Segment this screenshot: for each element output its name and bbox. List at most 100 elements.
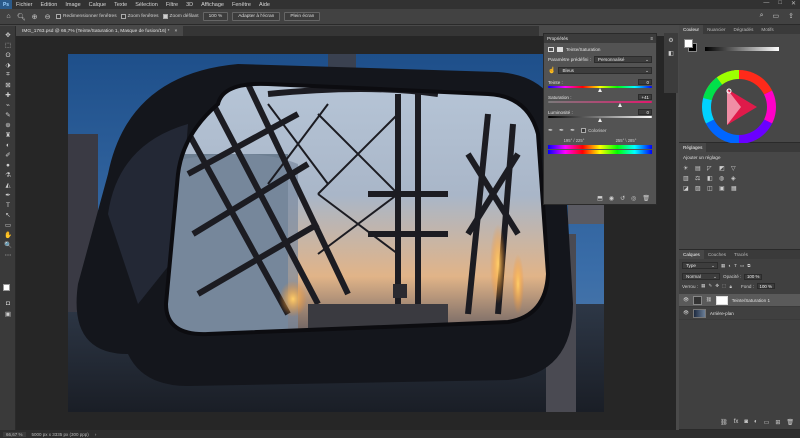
preset-dropdown[interactable]: Personnalisé ⌄	[593, 56, 652, 63]
path-select-tool-icon[interactable]: ↖	[0, 210, 16, 220]
lock-pixels-icon[interactable]: ▦	[701, 283, 705, 289]
posterize-icon[interactable]: ▨	[695, 185, 704, 192]
pen-shape-tool-icon[interactable]: ◭	[0, 180, 16, 190]
foreground-swatch[interactable]	[684, 39, 693, 48]
rectangle-tool-icon[interactable]: ▭	[0, 220, 16, 230]
quick-mask-icon[interactable]: ◘	[0, 298, 16, 308]
hue-slider-thumb[interactable]	[597, 88, 602, 92]
tab-calques[interactable]: Calques	[679, 250, 704, 259]
move-tool-icon[interactable]: ✥	[0, 30, 16, 40]
menu-aide[interactable]: Aide	[255, 2, 274, 8]
lock-move-icon[interactable]: ✥	[715, 283, 719, 289]
zoom-tool-icon[interactable]: 🔍	[0, 240, 16, 250]
healing-brush-tool-icon[interactable]: ⌁	[0, 100, 16, 110]
brightness-ramp[interactable]	[705, 47, 779, 51]
crop-tool-icon[interactable]: ⌗	[0, 70, 16, 80]
channel-mixer-icon[interactable]: ◈	[731, 175, 740, 182]
saturation-slider-track[interactable]	[548, 101, 652, 103]
properties-panel-icon[interactable]: ⚙	[664, 33, 678, 44]
layer-style-icon[interactable]: fx	[734, 419, 739, 426]
filter-smart-icon[interactable]: ⧉	[747, 263, 750, 268]
fill-screen-button[interactable]: Plein écran	[284, 12, 321, 21]
zoom-level[interactable]: 66,67 %	[3, 431, 26, 437]
hue-saturation-icon[interactable]: ▥	[683, 175, 692, 182]
marquee-tool-icon[interactable]: ⬚	[0, 40, 16, 50]
eyedropper-plus-icon[interactable]: ✒	[559, 127, 564, 134]
tab-traces[interactable]: Tracés	[730, 250, 752, 259]
color-wheel[interactable]	[699, 67, 779, 147]
menu-fenetre[interactable]: Fenêtre	[228, 2, 255, 8]
threshold-icon[interactable]: ◫	[707, 185, 716, 192]
menu-fichier[interactable]: Fichier	[12, 2, 37, 8]
resize-windows-checkbox[interactable]: Redimensionner fenêtres	[56, 14, 117, 19]
search-icon[interactable]: ⌕	[760, 12, 764, 20]
gradient-tool-icon[interactable]: ✐	[0, 150, 16, 160]
close-window-button[interactable]: ✕	[791, 0, 796, 7]
visibility-icon[interactable]: ◎	[631, 195, 636, 202]
lock-all-icon[interactable]: 🔒︎	[730, 284, 732, 289]
status-arrow-icon[interactable]: ›	[95, 432, 97, 437]
scrubby-zoom-checkbox[interactable]: Zoom défilant	[162, 14, 199, 19]
invert-icon[interactable]: ◪	[683, 185, 692, 192]
tab-motifs[interactable]: Motifs	[757, 25, 777, 34]
zoom-100-button[interactable]: 100 %	[202, 12, 229, 21]
close-tab-icon[interactable]: ×	[175, 29, 178, 34]
menu-affichage[interactable]: Affichage	[197, 2, 228, 8]
trash-icon[interactable]: 🗑︎	[786, 419, 794, 426]
clip-to-layer-icon[interactable]: ⬒	[597, 195, 603, 202]
blend-mode-dropdown[interactable]: Normal ⌄	[682, 273, 720, 280]
gradient-map-icon[interactable]: ▦	[731, 185, 740, 192]
filter-pixel-icon[interactable]: ▦	[721, 263, 725, 269]
panel-menu-icon[interactable]: ≡	[650, 36, 653, 41]
lasso-tool-icon[interactable]: ʘ	[0, 50, 16, 60]
black-white-icon[interactable]: ◧	[707, 175, 716, 182]
hand-tool-icon[interactable]: ✋	[0, 230, 16, 240]
curves-icon[interactable]: ◸	[707, 165, 716, 172]
workspace-icon[interactable]: ▭	[773, 12, 780, 20]
levels-icon[interactable]: ▤	[695, 165, 704, 172]
trash-icon[interactable]: 🗑︎	[642, 195, 650, 202]
new-group-icon[interactable]: ▭	[764, 419, 770, 426]
layer-filter-dropdown[interactable]: Type ⌄	[682, 262, 718, 269]
brightness-contrast-icon[interactable]: ☀	[683, 165, 692, 172]
fit-screen-button[interactable]: Adapter à l'écran	[232, 12, 281, 21]
home-icon[interactable]: ⌂	[4, 12, 13, 21]
menu-texte[interactable]: Texte	[110, 2, 131, 8]
exposure-icon[interactable]: ◩	[719, 165, 728, 172]
opacity-input[interactable]: 100 %	[744, 273, 763, 280]
new-layer-icon[interactable]: ⊞	[775, 419, 780, 426]
clone-stamp-tool-icon[interactable]: ⊕	[0, 120, 16, 130]
tab-nuancier[interactable]: Nuancier	[703, 25, 729, 34]
more-tools-icon[interactable]: ⋯	[0, 250, 16, 260]
selective-color-icon[interactable]: ▣	[719, 185, 728, 192]
share-icon[interactable]: ⇪	[788, 12, 794, 20]
eyedropper-minus-icon[interactable]: ✒	[570, 127, 575, 134]
zoom-tool-icon[interactable]: 🔍︎	[17, 12, 26, 21]
colorize-checkbox[interactable]: Coloriser	[581, 128, 606, 133]
maximize-button[interactable]: □	[778, 0, 782, 7]
adjustments-panel-icon[interactable]: ◧	[664, 44, 678, 57]
link-layers-icon[interactable]: ⛓︎	[720, 419, 728, 426]
menu-image[interactable]: Image	[61, 2, 84, 8]
tab-couleur[interactable]: Couleur	[679, 25, 704, 34]
filter-shape-icon[interactable]: ▭	[740, 263, 744, 269]
layer-row-hue-saturation[interactable]: 👁︎ ⛓︎ Teinte/Saturation 1	[679, 294, 800, 307]
filter-adjust-icon[interactable]: ◐	[728, 263, 731, 268]
history-brush-tool-icon[interactable]: ♜	[0, 130, 16, 140]
lightness-slider-thumb[interactable]	[597, 118, 602, 122]
brush-tool-icon[interactable]: ✎	[0, 110, 16, 120]
mask-icon[interactable]	[557, 47, 563, 52]
channel-dropdown[interactable]: Bleus ⌄	[558, 67, 652, 74]
eyedropper-icon[interactable]: ✒	[548, 127, 553, 134]
frame-tool-icon[interactable]: ⊠	[0, 80, 16, 90]
menu-selection[interactable]: Sélection	[131, 2, 162, 8]
menu-filtre[interactable]: Filtre	[162, 2, 182, 8]
eye-icon[interactable]: 👁︎	[683, 297, 689, 303]
layer-row-background[interactable]: 👁︎ Arrière-plan	[679, 307, 800, 320]
color-range-bar-bottom[interactable]	[548, 150, 652, 154]
type-tool-icon[interactable]: T	[0, 200, 16, 210]
reset-icon[interactable]: ↺	[620, 195, 625, 202]
fill-input[interactable]: 100 %	[756, 283, 775, 289]
screen-mode-icon[interactable]: ▣	[0, 309, 16, 319]
saturation-slider-thumb[interactable]	[618, 103, 623, 107]
